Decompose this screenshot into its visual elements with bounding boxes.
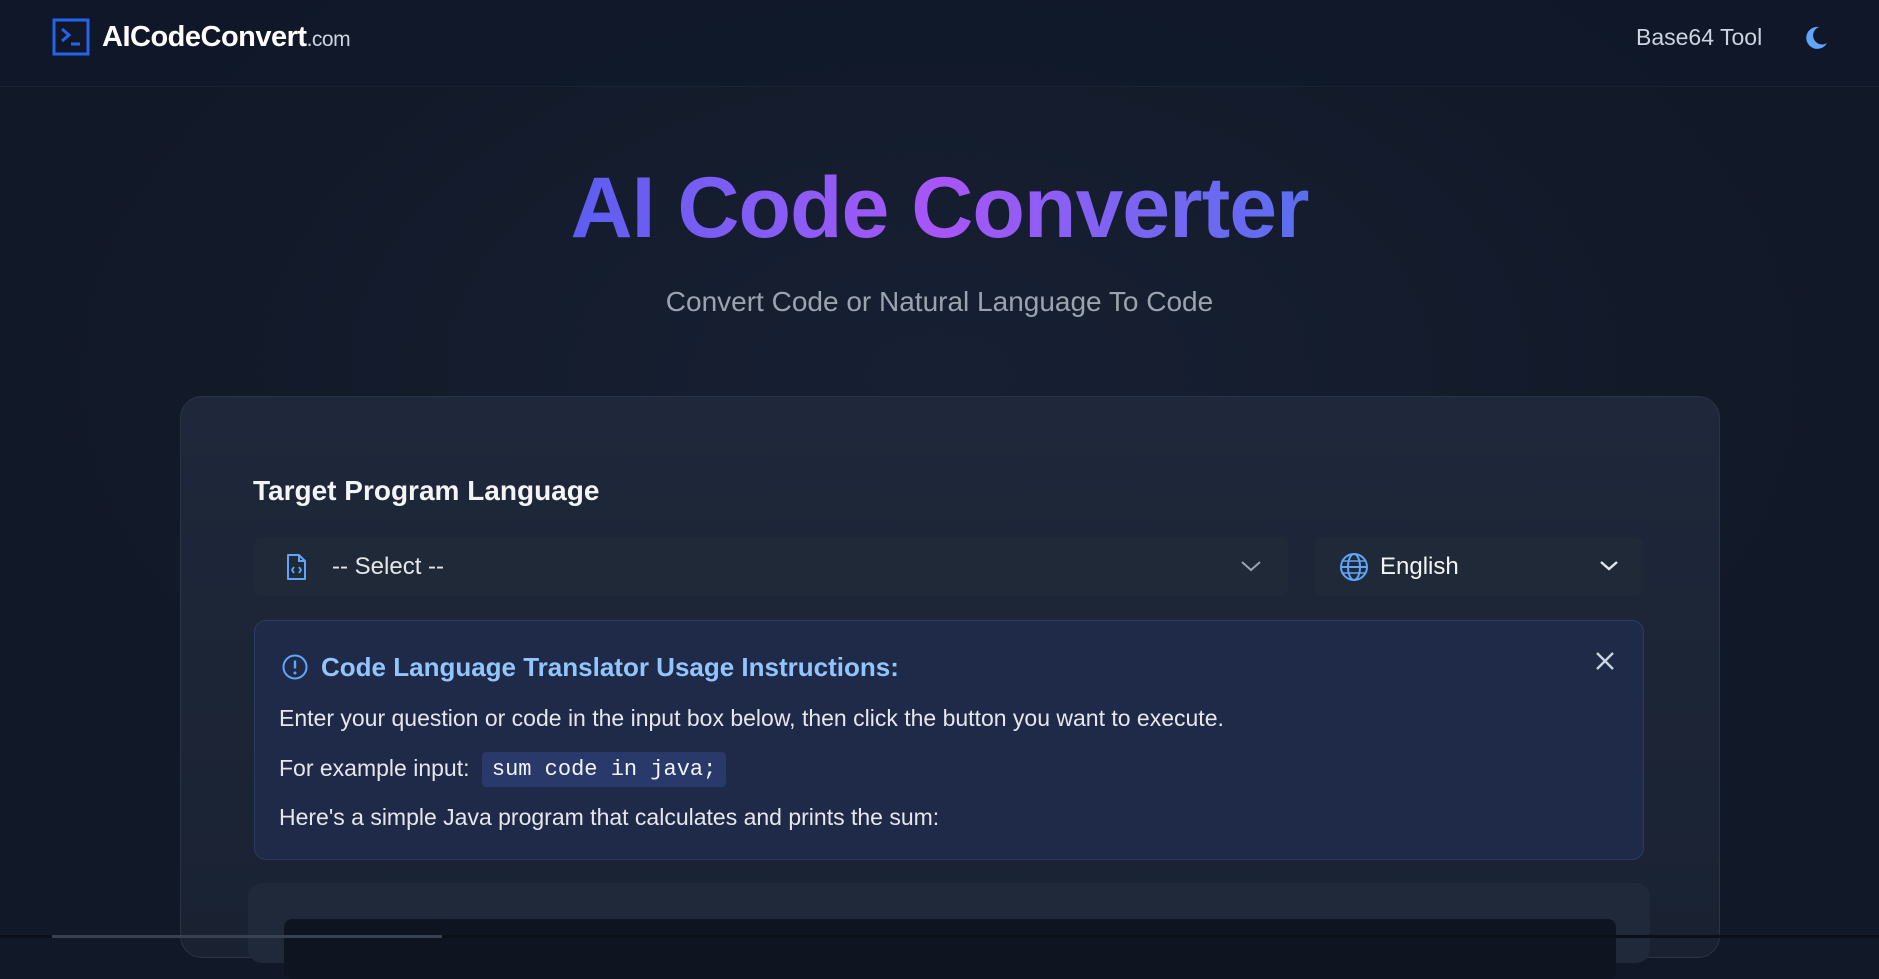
instructions-line: Enter your question or code in the input… <box>279 705 1224 731</box>
globe-icon <box>1340 553 1368 581</box>
target-language-value: -- Select -- <box>332 553 445 580</box>
alert-circle-icon <box>282 654 308 680</box>
usage-instructions-alert: Code Language Translator Usage Instructi… <box>254 620 1644 860</box>
site-logo[interactable]: AICodeConvert.com <box>52 18 351 56</box>
example-code: sum code in java; <box>481 752 727 787</box>
chevron-down-icon <box>1241 561 1261 572</box>
page-title: AI Code Converter <box>570 160 1309 256</box>
close-icon[interactable] <box>1593 649 1617 673</box>
instructions-title: Code Language Translator Usage Instructi… <box>321 652 899 682</box>
nav-link-base64-tool[interactable]: Base64 Tool <box>1636 24 1762 51</box>
instructions-example: For example input: sum code in java; <box>279 752 727 787</box>
chevron-down-icon <box>1600 561 1618 571</box>
top-navbar: AICodeConvert.com Base64 Tool <box>0 0 1879 87</box>
code-input-panel <box>248 883 1650 979</box>
example-prefix: For example input: <box>279 755 470 781</box>
file-code-icon <box>287 554 306 580</box>
code-input-editor[interactable] <box>284 919 1616 979</box>
page-subtitle: Convert Code or Natural Language To Code <box>665 286 1214 317</box>
target-language-select[interactable]: -- Select -- <box>254 537 1288 596</box>
locale-select[interactable]: English <box>1314 537 1644 596</box>
terminal-icon <box>52 18 90 56</box>
moon-icon[interactable] <box>1802 24 1830 52</box>
target-language-label: Target Program Language <box>253 475 600 506</box>
locale-value: English <box>1380 553 1459 580</box>
brand-suffix: .com <box>306 27 351 51</box>
instructions-line: Here's a simple Java program that calcul… <box>279 804 940 830</box>
brand-name: AICodeConvert.com <box>102 20 351 53</box>
